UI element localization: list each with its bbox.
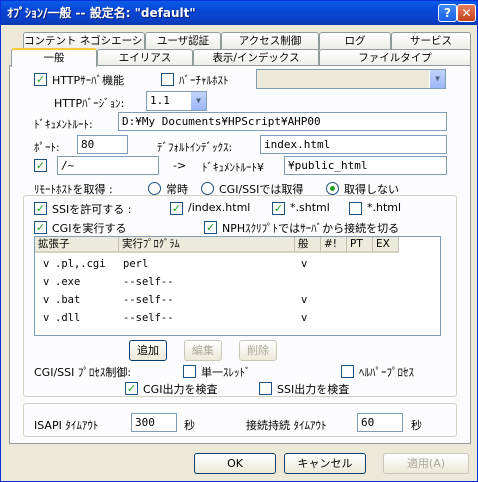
window-title: ｵﾌﾟｼｮﾝ/一般 -- 設定名: "default" [7, 6, 196, 20]
ssi-output-check-checkbox[interactable] [259, 382, 272, 395]
virtual-host-select[interactable]: ▼ [256, 69, 446, 89]
single-thread-label: 単一ｽﾚｯﾄﾞ [201, 366, 251, 379]
ok-button[interactable]: OK [194, 453, 276, 474]
doc-root-label: ﾄﾞｷｭﾒﾝﾄﾙｰﾄ: [34, 118, 93, 131]
dialog-window: ｵﾌﾟｼｮﾝ/一般 -- 設定名: "default" ? ✕ コンテント ネゴ… [0, 0, 478, 482]
user-dir-root-label: ﾄﾞｷｭﾒﾝﾄﾙｰﾄ¥ [202, 161, 264, 174]
helper-process-label: ﾍﾙﾊﾟｰﾌﾟﾛｾｽ [359, 366, 414, 379]
close-icon: ✕ [461, 6, 472, 20]
add-button[interactable]: 追加 [129, 340, 167, 361]
ssi-index-html-label: /index.html [188, 201, 251, 214]
virtual-host-label: ﾊﾞｰﾁｬﾙﾎｽﾄ [179, 74, 229, 87]
tab-log[interactable]: ログ [319, 32, 391, 50]
column-header-shebang[interactable]: #! [321, 237, 347, 253]
help-button[interactable]: ? [438, 4, 457, 22]
cancel-button[interactable]: キャンセル [284, 453, 366, 474]
ssi-index-html-checkbox[interactable]: ✓ [170, 202, 183, 215]
user-dir-arrow: -> [173, 159, 187, 172]
row-ext: .exe [55, 276, 81, 288]
ssi-html-checkbox[interactable] [349, 202, 362, 215]
row-general: v [301, 294, 308, 306]
row-general: v [301, 258, 308, 270]
isapi-timeout-label: ISAPI ﾀｲﾑｱｳﾄ [34, 419, 99, 432]
column-header-ext[interactable]: 拡張子 [35, 237, 119, 253]
tab-general[interactable]: 一般 [11, 48, 97, 67]
http-server-label: HTTPｻｰﾊﾞ機能 [52, 74, 125, 87]
edit-button[interactable]: 編集 [184, 340, 222, 361]
title-bar: ｵﾌﾟｼｮﾝ/一般 -- 設定名: "default" [1, 1, 477, 25]
row-mark: v [43, 276, 50, 288]
row-ext: .pl,.cgi [55, 258, 106, 270]
process-control-label: CGI/SSI ﾌﾟﾛｾｽ制御: [34, 366, 132, 379]
apply-button[interactable]: 適用(A) [383, 453, 469, 474]
default-index-input[interactable]: index.html [260, 135, 447, 154]
http-server-checkbox[interactable]: ✓ [34, 73, 47, 86]
cgi-output-check-label: CGI出力を検査 [143, 383, 218, 396]
delete-button[interactable]: 削除 [239, 340, 277, 361]
user-dir-input[interactable]: /~ [57, 156, 159, 175]
keepalive-timeout-unit: 秒 [411, 419, 422, 432]
row-ext: .bat [55, 294, 81, 306]
cgi-output-check-checkbox[interactable]: ✓ [125, 382, 138, 395]
remote-host-cgi-radio[interactable] [201, 182, 214, 195]
keepalive-timeout-label: 接続持続 ﾀｲﾑｱｳﾄ [246, 419, 327, 432]
column-header-ex[interactable]: EX [373, 237, 399, 253]
ssi-shtml-checkbox[interactable]: ✓ [272, 202, 285, 215]
row-mark: v [43, 294, 50, 306]
tab-service[interactable]: サービス [391, 32, 471, 50]
remote-host-never-radio[interactable] [326, 182, 339, 195]
isapi-timeout-input[interactable]: 300 [131, 413, 177, 432]
row-mark: v [43, 312, 50, 324]
row-program: perl [123, 258, 149, 270]
ssi-shtml-label: *.shtml [290, 201, 330, 214]
row-general: v [301, 312, 308, 324]
row-mark: v [43, 258, 50, 270]
ssi-html-label: *.html [367, 201, 402, 214]
help-icon: ? [444, 6, 451, 20]
row-program: --self-- [123, 312, 174, 324]
tab-user-auth[interactable]: ユーザ認証 [145, 32, 221, 50]
tab-access-control[interactable]: アクセス制御 [221, 32, 319, 50]
column-header-pt[interactable]: PT [347, 237, 373, 253]
single-thread-checkbox[interactable] [183, 365, 196, 378]
default-index-label: ﾃﾞﾌｫﾙﾄｲﾝﾃﾞｯｸｽ: [157, 141, 233, 154]
ssi-allow-label: SSIを許可する : [52, 203, 132, 216]
column-header-general[interactable]: 般 [295, 237, 321, 253]
ssi-output-check-label: SSI出力を検査 [277, 383, 350, 396]
row-program: --self-- [123, 276, 174, 288]
cgi-run-label: CGIを実行する [52, 222, 127, 235]
helper-process-checkbox[interactable] [341, 365, 354, 378]
http-version-label: HTTPﾊﾞｰｼﾞｮﾝ: [54, 97, 125, 110]
row-ext: .dll [55, 312, 81, 324]
chevron-down-icon: ▼ [429, 70, 445, 88]
nph-checkbox[interactable]: ✓ [204, 221, 217, 234]
cgi-run-checkbox[interactable]: ✓ [34, 221, 47, 234]
doc-root-input[interactable]: D:¥My Documents¥HPScript¥AHP00 [118, 112, 447, 131]
keepalive-timeout-input[interactable]: 60 [357, 413, 403, 432]
user-dir-checkbox[interactable]: ✓ [34, 159, 47, 172]
http-version-select[interactable]: 1.1 ▼ [146, 91, 207, 111]
isapi-timeout-unit: 秒 [184, 419, 195, 432]
remote-host-always-radio[interactable] [148, 182, 161, 195]
http-version-value: 1.1 [150, 94, 170, 107]
row-program: --self-- [123, 294, 174, 306]
port-label: ﾎﾟｰﾄ: [34, 141, 60, 154]
virtual-host-checkbox[interactable] [161, 73, 174, 86]
ssi-allow-checkbox[interactable]: ✓ [34, 202, 47, 215]
close-button[interactable]: ✕ [457, 4, 476, 22]
chevron-down-icon: ▼ [190, 92, 206, 110]
user-dir-root-input[interactable]: ¥public_html [284, 156, 447, 175]
column-header-program[interactable]: 実行ﾌﾟﾛｸﾞﾗﾑ [119, 237, 295, 253]
cgi-extension-list[interactable]: 拡張子 実行ﾌﾟﾛｸﾞﾗﾑ 般 #! PT EX v .pl,.cgi perl… [34, 236, 441, 336]
port-input[interactable]: 80 [77, 135, 128, 154]
nph-label: NPHｽｸﾘﾌﾟﾄではｻｰﾊﾞから接続を切る [222, 222, 400, 235]
